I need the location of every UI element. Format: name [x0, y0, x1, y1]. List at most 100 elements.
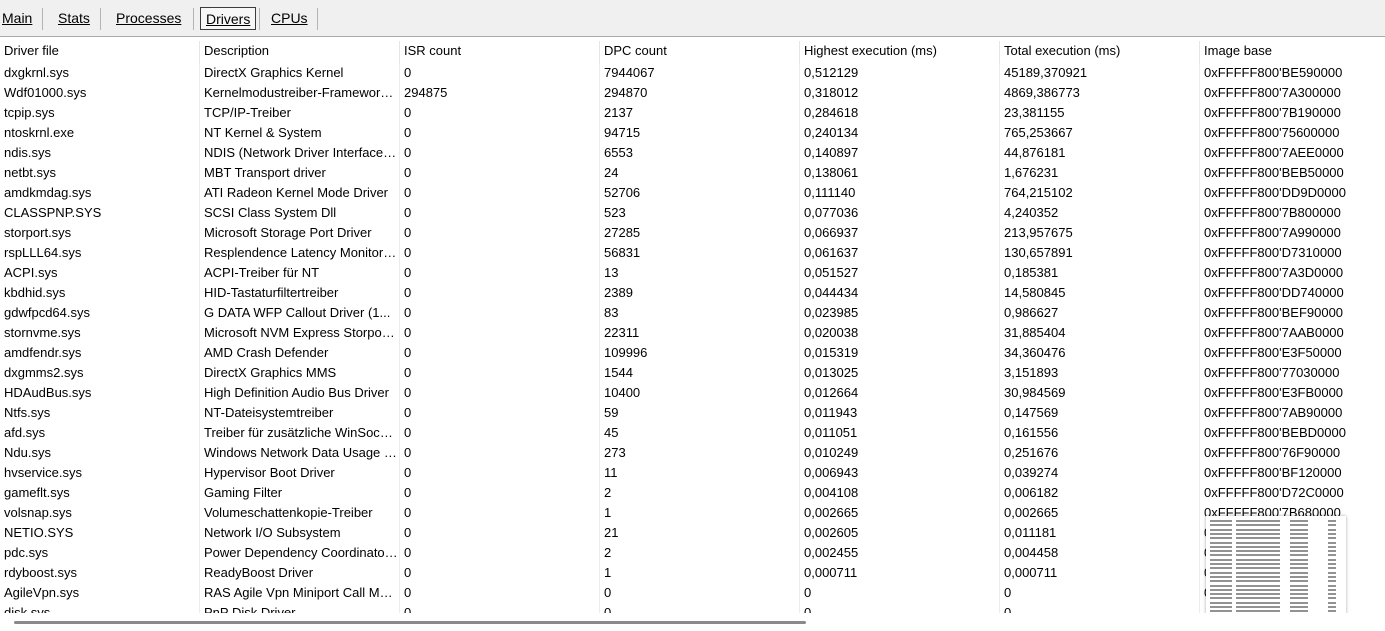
cell-highest-execution: 0,111140	[800, 183, 1000, 203]
cell-highest-execution: 0,010249	[800, 443, 1000, 463]
cell-isr-count: 0	[400, 183, 600, 203]
table-row[interactable]: HDAudBus.sys High Definition Audio Bus Dr…	[0, 383, 1385, 403]
table-body: dxgkrnl.sys DirectX Graphics Kernel 0 79440…	[0, 63, 1385, 613]
cell-total-execution: 0,006182	[1000, 483, 1200, 503]
cell-description: RAS Agile Vpn Miniport Call Manager	[200, 583, 400, 603]
cell-dpc-count: 2137	[600, 103, 800, 123]
cell-total-execution: 45189,370921	[1000, 63, 1200, 83]
cell-total-execution: 0,161556	[1000, 423, 1200, 443]
thumbnail-line	[1328, 524, 1336, 527]
table-row[interactable]: afd.sys Treiber für zusätzliche WinSock-F…	[0, 423, 1385, 443]
tab-stats[interactable]: Stats	[58, 0, 90, 36]
cell-isr-count: 294875	[400, 83, 600, 103]
cell-driver-file: ntoskrnl.exe	[0, 123, 200, 143]
table-row[interactable]: dxgkrnl.sys DirectX Graphics Kernel 0 79440…	[0, 63, 1385, 83]
tab-main[interactable]: Main	[2, 0, 32, 36]
table-row[interactable]: amdkmdag.sys ATI Radeon Kernel Mode Drive…	[0, 183, 1385, 203]
cell-dpc-count: 523	[600, 203, 800, 223]
table-row[interactable]: storport.sys Microsoft Storage Port Drive…	[0, 223, 1385, 243]
table-row[interactable]: netbt.sys MBT Transport driver 0 24 0,138061…	[0, 163, 1385, 183]
tab-bar: Main Stats Processes Drivers CPUs	[0, 0, 1385, 37]
table-row[interactable]: amdfendr.sys AMD Crash Defender 0 109996 0,0…	[0, 343, 1385, 363]
column-header-total-execution[interactable]: Total execution (ms)	[1000, 41, 1200, 63]
table-row[interactable]: disk.sys PnP Disk Driver 0 0 0 0	[0, 603, 1385, 613]
thumbnail-line	[1210, 550, 1232, 553]
cell-isr-count: 0	[400, 523, 600, 543]
table-row[interactable]: ACPI.sys ACPI-Treiber für NT 0 13 0,051527 0,…	[0, 263, 1385, 283]
thumbnail-line	[1210, 563, 1232, 565]
table-row[interactable]: ntoskrnl.exe NT Kernel & System 0 94715 0,24…	[0, 123, 1385, 143]
table-row[interactable]: kbdhid.sys HID-Tastaturfiltertreiber 0 2389…	[0, 283, 1385, 303]
cell-total-execution: 34,360476	[1000, 343, 1200, 363]
table-row[interactable]: CLASSPNP.SYS SCSI Class System Dll 0 523 0,0…	[0, 203, 1385, 223]
thumbnail-line	[1290, 610, 1308, 613]
table-row[interactable]: rspLLL64.sys Resplendence Latency Monitor…	[0, 243, 1385, 263]
thumbnail-line	[1210, 537, 1232, 540]
column-header-driver-file[interactable]: Driver file	[0, 41, 200, 63]
thumbnail-line	[1236, 554, 1280, 557]
thumbnail-line	[1210, 593, 1232, 596]
table-row[interactable]: gameflt.sys Gaming Filter 0 2 0,004108 0,0061…	[0, 483, 1385, 503]
cell-highest-execution: 0,140897	[800, 143, 1000, 163]
column-header-description[interactable]: Description	[200, 41, 400, 63]
cell-highest-execution: 0,002605	[800, 523, 1000, 543]
cell-highest-execution: 0,002455	[800, 543, 1000, 563]
cell-driver-file: amdfendr.sys	[0, 343, 200, 363]
horizontal-scrollbar-thumb[interactable]	[14, 621, 806, 624]
table-row[interactable]: tcpip.sys TCP/IP-Treiber 0 2137 0,284618 23,3…	[0, 103, 1385, 123]
column-header-image-base[interactable]: Image base	[1200, 41, 1385, 63]
tab-processes[interactable]: Processes	[116, 0, 181, 36]
thumbnail-line	[1236, 610, 1280, 613]
thumbnail-line	[1290, 593, 1308, 596]
table-row[interactable]: rdyboost.sys ReadyBoost Driver 0 1 0,000711 0…	[0, 563, 1385, 583]
table-row[interactable]: Wdf01000.sys Kernelmodustreiber-Framework…	[0, 83, 1385, 103]
thumbnail-line	[1290, 580, 1308, 583]
drivers-table: Driver file Description ISR count DPC co…	[0, 41, 1385, 613]
column-header-highest-execution[interactable]: Highest execution (ms)	[800, 41, 1000, 63]
table-row[interactable]: dxgmms2.sys DirectX Graphics MMS 0 1544 0,01…	[0, 363, 1385, 383]
cell-highest-execution: 0,240134	[800, 123, 1000, 143]
horizontal-scrollbar[interactable]	[0, 613, 1385, 631]
table-row[interactable]: gdwfpcd64.sys G DATA WFP Callout Driver (…	[0, 303, 1385, 323]
thumbnail-line	[1236, 606, 1280, 608]
cell-description: Microsoft Storage Port Driver	[200, 223, 400, 243]
cell-total-execution: 0,251676	[1000, 443, 1200, 463]
cell-image-base: 0xFFFFF800'77030000	[1204, 365, 1340, 380]
thumbnail-line	[1290, 554, 1308, 557]
table-row[interactable]: stornvme.sys Microsoft NVM Express Storpo…	[0, 323, 1385, 343]
thumbnail-line	[1236, 541, 1280, 544]
table-row[interactable]: NETIO.SYS Network I/O Subsystem 0 21 0,00260…	[0, 523, 1385, 543]
table-row[interactable]: Ntfs.sys NT-Dateisystemtreiber 0 59 0,011943…	[0, 403, 1385, 423]
cell-dpc-count: 273	[600, 443, 800, 463]
cell-description: ATI Radeon Kernel Mode Driver	[200, 183, 400, 203]
cell-isr-count: 0	[400, 583, 600, 603]
cell-dpc-count: 11	[600, 463, 800, 483]
cell-dpc-count: 1	[600, 503, 800, 523]
cell-driver-file: rdyboost.sys	[0, 563, 200, 583]
cell-description: Kernelmodustreiber-Framework-Laufzeit	[200, 83, 400, 103]
table-row[interactable]: ndis.sys NDIS (Network Driver Interface S…	[0, 143, 1385, 163]
table-row[interactable]: pdc.sysPower Dependency Coordinator Driv…	[0, 543, 1385, 563]
column-header-dpc-count[interactable]: DPC count	[600, 41, 800, 63]
cell-isr-count: 0	[400, 383, 600, 403]
tab-drivers[interactable]: Drivers	[200, 7, 257, 30]
cell-description: Volumeschattenkopie-Treiber	[200, 503, 400, 523]
table-row[interactable]: hvservice.sys Hypervisor Boot Driver 0 11 0,…	[0, 463, 1385, 483]
thumbnail-line	[1328, 575, 1336, 578]
table-row[interactable]: volsnap.sys Volumeschattenkopie-Treiber 0 1…	[0, 503, 1385, 523]
tab-cpus[interactable]: CPUs	[271, 0, 308, 36]
cell-dpc-count: 24	[600, 163, 800, 183]
thumbnail-line	[1210, 588, 1232, 591]
thumbnail-line	[1210, 567, 1232, 570]
thumbnail-line	[1328, 580, 1336, 583]
cell-total-execution: 0	[1000, 603, 1200, 613]
table-row[interactable]: Ndu.sysWindows Network Data Usage Monito…	[0, 443, 1385, 463]
column-header-isr-count[interactable]: ISR count	[400, 41, 600, 63]
cell-image-base: 0xFFFFF800'7A300000	[1204, 85, 1341, 100]
cell-description: Windows Network Data Usage Monitoring Dr…	[200, 443, 400, 463]
cell-driver-file: pdc.sys	[0, 543, 200, 563]
thumbnail-line	[1290, 532, 1308, 535]
thumbnail-line	[1328, 520, 1336, 522]
table-row[interactable]: AgileVpn.sys RAS Agile Vpn Miniport Call …	[0, 583, 1385, 603]
cell-highest-execution: 0,011051	[800, 423, 1000, 443]
